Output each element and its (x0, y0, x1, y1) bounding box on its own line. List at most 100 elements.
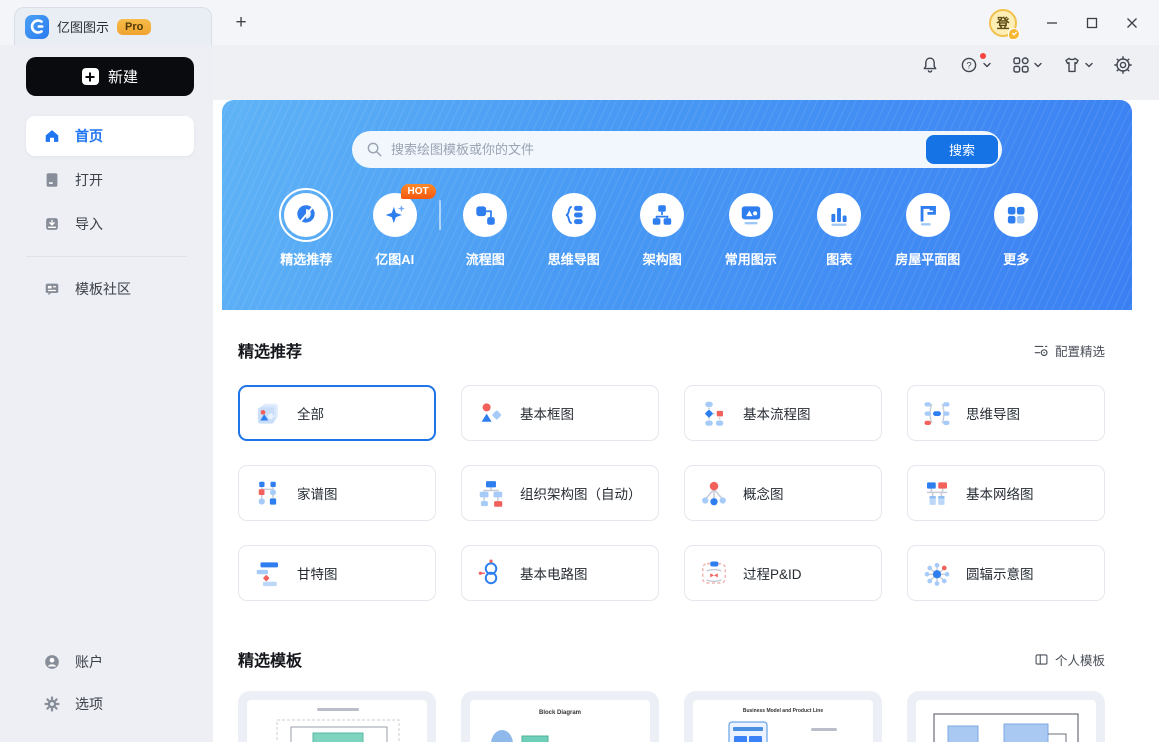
sidebar-item-open[interactable]: 打开 (26, 160, 194, 200)
template-thumbnail[interactable]: Business Model and Product Line (684, 691, 882, 742)
user-avatar[interactable]: 登 (989, 8, 1020, 40)
close-button[interactable] (1117, 8, 1147, 38)
configure-featured-link[interactable]: 配置精选 (1033, 341, 1105, 360)
configure-icon (1034, 345, 1048, 357)
thumbnail-diagram (276, 708, 400, 742)
concept-map-icon (702, 481, 726, 506)
basic-circuit-icon (478, 559, 498, 585)
home-icon (45, 130, 59, 142)
floor-plan-icon (920, 206, 936, 226)
thumbnail-diagram: Business Model and Product Line (728, 708, 837, 742)
notification-dot (980, 53, 986, 59)
sidebar-item-template-community[interactable]: 模板社区 (26, 269, 194, 309)
app-logo-icon (25, 14, 49, 39)
file-icon (46, 173, 58, 187)
new-document-button[interactable]: 新建 (26, 57, 194, 96)
category-floor-plan[interactable]: 房屋平面图 (884, 193, 973, 268)
featured-section-title: 精选推荐 (238, 344, 303, 361)
svg-text:Business Model and Product Lin: Business Model and Product Line (743, 708, 824, 714)
minimize-button[interactable] (1037, 8, 1067, 38)
sidebar-item-options[interactable]: 选项 (26, 684, 194, 724)
ai-sparkle-icon (385, 205, 405, 224)
options-gear-icon (44, 696, 60, 712)
svg-text:?: ? (966, 60, 971, 71)
chevron-down-icon (983, 62, 991, 68)
pro-badge: Pro (117, 18, 152, 35)
template-thumbnail[interactable] (238, 691, 436, 742)
hero-banner: 搜索 精选推荐 HOT 亿图AI 流程图 思维导图 (222, 100, 1132, 310)
search-icon (367, 142, 382, 157)
sidebar-item-import[interactable]: 导入 (26, 204, 194, 244)
sidebar-item-account[interactable]: 账户 (26, 642, 194, 682)
category-ai[interactable]: HOT 亿图AI (351, 184, 440, 268)
template-card-process-pid[interactable]: 过程P&ID (684, 545, 882, 601)
basic-flowchart-icon (705, 401, 724, 426)
architecture-icon (653, 205, 672, 225)
family-tree-icon (258, 481, 277, 505)
thumbnail-diagram (933, 713, 1079, 742)
main-content: 搜索 精选推荐 HOT 亿图AI 流程图 思维导图 (213, 100, 1159, 742)
radial-diagram-icon (924, 562, 950, 586)
process-pid-icon (702, 561, 726, 584)
template-thumbnail[interactable] (907, 691, 1105, 742)
flowchart-icon (476, 206, 495, 225)
import-icon (46, 218, 58, 230)
apps-grid-icon[interactable] (1011, 55, 1042, 75)
personal-templates-link[interactable]: 个人模板 (1034, 650, 1105, 669)
common-diagrams-icon (741, 206, 760, 225)
app-tab[interactable]: 亿图图示 Pro (14, 7, 212, 45)
template-card-org-chart-auto[interactable]: 组织架构图（自动） (461, 465, 659, 521)
sidebar-divider (26, 256, 187, 257)
category-mindmap[interactable]: 思维导图 (530, 193, 619, 268)
template-thumbnail[interactable]: Block Diagram (461, 691, 659, 742)
notifications-bell-icon[interactable] (920, 55, 940, 75)
all-templates-icon (258, 403, 278, 424)
account-icon (45, 655, 59, 669)
template-card-gantt[interactable]: 甘特图 (238, 545, 436, 601)
templates-section-title: 精选模板 (238, 653, 303, 670)
bar-chart-icon (831, 207, 847, 226)
template-card-concept-map[interactable]: 概念图 (684, 465, 882, 521)
more-grid-icon (1008, 206, 1025, 224)
vip-check-icon (1008, 27, 1020, 40)
category-architecture[interactable]: 架构图 (618, 193, 707, 268)
settings-gear-icon[interactable] (1113, 55, 1133, 75)
personal-templates-icon (1035, 653, 1048, 665)
thumbnail-diagram: Block Diagram (491, 710, 581, 742)
basic-block-icon (481, 403, 502, 422)
theme-shirt-icon[interactable] (1062, 55, 1093, 75)
tab-title: 亿图图示 (57, 20, 110, 35)
gantt-icon (256, 562, 278, 587)
hot-badge: HOT (400, 184, 436, 199)
template-card-basic-flowchart[interactable]: 基本流程图 (684, 385, 882, 441)
sidebar-item-home[interactable]: 首页 (26, 116, 194, 156)
category-common-diagrams[interactable]: 常用图示 (707, 193, 796, 268)
plus-icon (81, 68, 99, 85)
category-featured[interactable]: 精选推荐 (262, 188, 351, 268)
template-card-radial-diagram[interactable]: 圆辐示意图 (907, 545, 1105, 601)
template-card-basic-network[interactable]: 基本网络图 (907, 465, 1105, 521)
community-icon (45, 283, 59, 296)
help-menu-icon[interactable]: ? (960, 53, 991, 75)
category-flowchart[interactable]: 流程图 (441, 193, 530, 268)
mindmap-card-icon (924, 402, 950, 425)
category-charts[interactable]: 图表 (795, 193, 884, 268)
search-bar: 搜索 (352, 131, 1002, 168)
search-button[interactable]: 搜索 (926, 135, 998, 164)
category-more[interactable]: 更多 (972, 193, 1061, 268)
mindmap-icon (565, 205, 583, 225)
basic-network-icon (927, 482, 947, 505)
search-input[interactable] (391, 142, 926, 157)
template-card-basic-block[interactable]: 基本框图 (461, 385, 659, 441)
new-tab-button[interactable]: + (228, 10, 254, 36)
maximize-button[interactable] (1077, 8, 1107, 38)
sidebar: 新建 首页 打开 导入 模板社区 账户 选项 (0, 45, 213, 742)
chevron-down-icon (1085, 62, 1093, 68)
org-chart-icon (479, 481, 503, 507)
template-card-mindmap[interactable]: 思维导图 (907, 385, 1105, 441)
template-card-family-tree[interactable]: 家谱图 (238, 465, 436, 521)
titlebar: 亿图图示 Pro + 登 (0, 0, 1159, 45)
template-card-basic-circuit[interactable]: 基本电路图 (461, 545, 659, 601)
template-card-all[interactable]: 全部 (238, 385, 436, 441)
svg-text:Block Diagram: Block Diagram (539, 710, 581, 716)
